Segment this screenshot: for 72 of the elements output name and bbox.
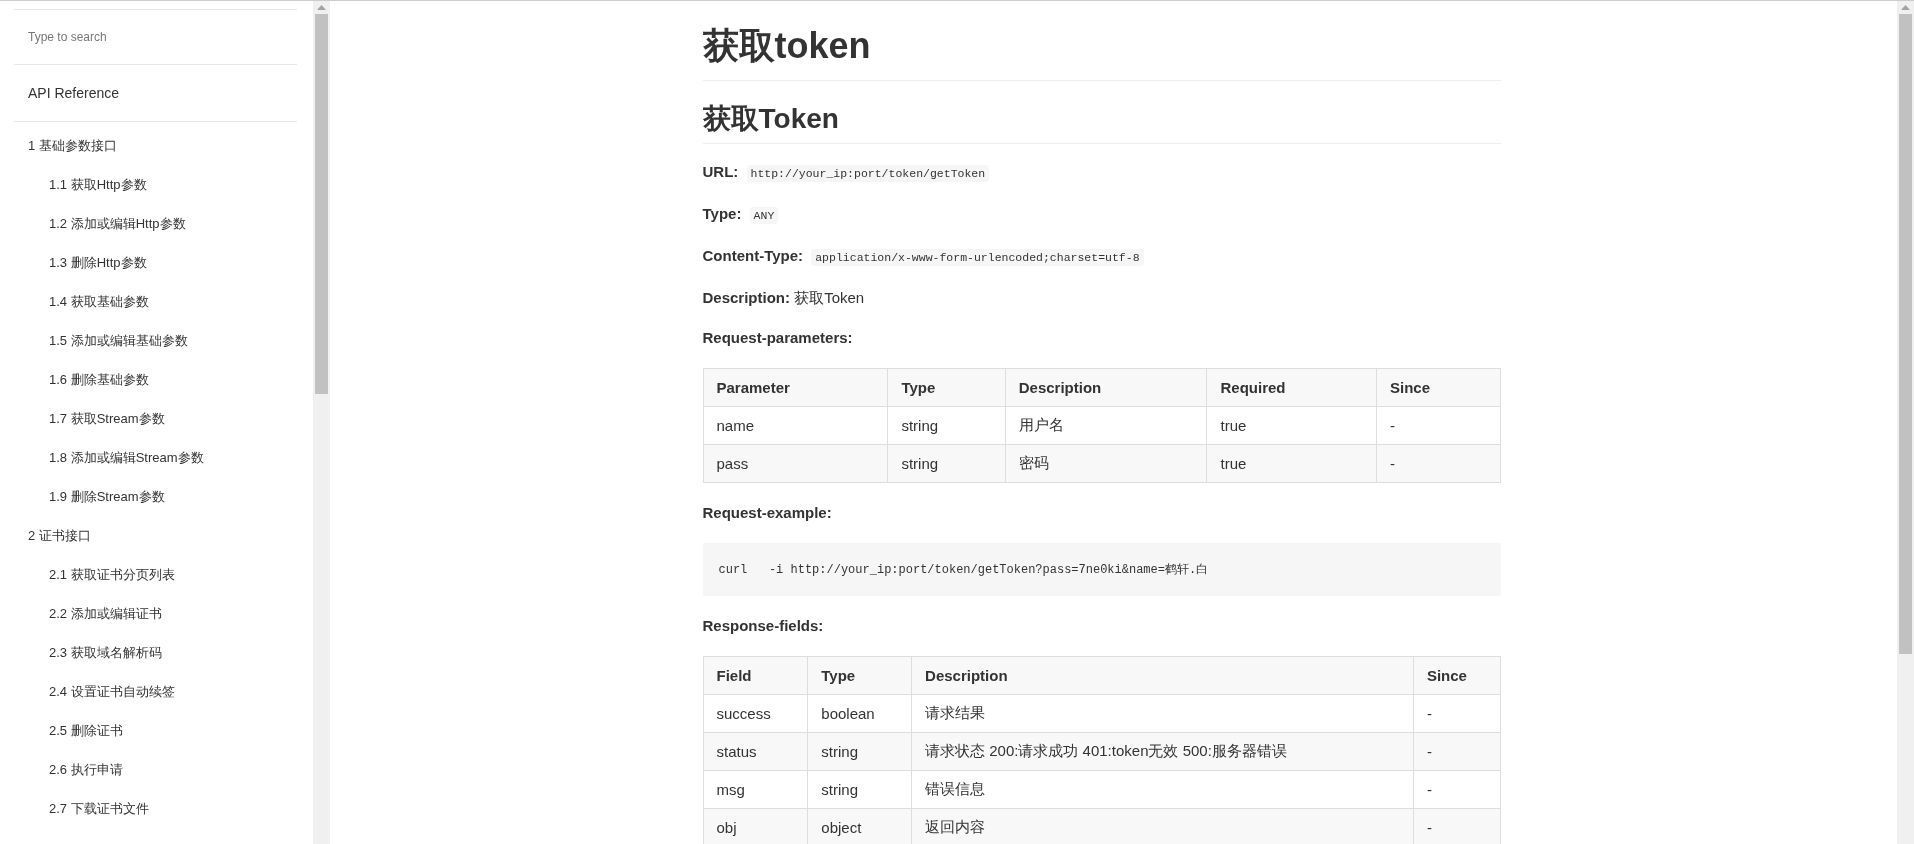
column-header: Field	[703, 656, 808, 695]
table-cell: msg	[703, 770, 808, 809]
scrollbar[interactable]	[313, 1, 330, 844]
field-label: Content-Type:	[702, 247, 804, 265]
nav-subitem[interactable]: 2.6 执行申请	[14, 750, 297, 789]
subsection-label: Request-example:	[702, 504, 832, 522]
table-cell: 用户名	[1005, 406, 1207, 445]
search-field[interactable]: Type to search	[14, 9, 297, 65]
nav-subitem[interactable]: 2.1 获取证书分页列表	[14, 555, 297, 594]
scrollbar[interactable]	[1897, 1, 1914, 844]
column-header: Description	[1005, 368, 1207, 407]
subsection-label: Request-parameters:	[702, 329, 853, 347]
table-cell: obj	[703, 808, 808, 844]
table-cell: 错误信息	[911, 770, 1414, 809]
nav-subitem[interactable]: 1.2 添加或编辑Http参数	[14, 204, 297, 243]
table-cell: string	[887, 406, 1006, 445]
field-label: Description:	[702, 289, 790, 307]
table-cell: success	[703, 694, 808, 733]
nav-item[interactable]: 2 证书接口	[14, 516, 297, 555]
table-cell: string	[807, 732, 912, 771]
table-cell: status	[703, 732, 808, 771]
column-header: Description	[911, 656, 1414, 695]
nav-subitem[interactable]: 2.2 添加或编辑证书	[14, 594, 297, 633]
table-cell: string	[887, 444, 1006, 483]
table-cell: -	[1413, 694, 1500, 733]
nav-subitem[interactable]: 1.1 获取Http参数	[14, 165, 297, 204]
code-value: ANY	[749, 207, 779, 225]
table-cell: pass	[703, 444, 888, 483]
table-cell: boolean	[807, 694, 912, 733]
table-cell: 请求状态 200:请求成功 401:token无效 500:服务器错误	[911, 732, 1414, 771]
table-cell: -	[1413, 732, 1500, 771]
field-label: Type:	[702, 205, 742, 223]
nav-subitem[interactable]: 2.3 获取域名解析码	[14, 633, 297, 672]
nav-subitem[interactable]: 1.7 获取Stream参数	[14, 399, 297, 438]
column-header: Type	[887, 368, 1006, 407]
nav-subitem[interactable]: 1.9 删除Stream参数	[14, 477, 297, 516]
column-header: Parameter	[703, 368, 888, 407]
scrollbar-thumb[interactable]	[1899, 14, 1912, 654]
column-header: Since	[1413, 656, 1500, 695]
subsection-label: Response-fields:	[702, 617, 824, 635]
table-cell: true	[1206, 444, 1377, 483]
code-block: curl -i http://your_ip:port/token/getToken?pass=7ne0ki&name=鹤轩.白	[702, 543, 1501, 597]
nav-subitem[interactable]: 1.6 删除基础参数	[14, 360, 297, 399]
code-value: application/x-www-form-urlencoded;charset=utf-8	[811, 249, 1144, 267]
table-cell: string	[807, 770, 912, 809]
nav-subitem[interactable]: 1.8 添加或编辑Stream参数	[14, 438, 297, 477]
nav-subitem[interactable]: 2.5 删除证书	[14, 711, 297, 750]
column-header: Type	[807, 656, 912, 695]
column-header: Since	[1376, 368, 1500, 407]
nav-subitem[interactable]: 2.7 下载证书文件	[14, 789, 297, 828]
column-header: Required	[1206, 368, 1377, 407]
table-cell: name	[703, 406, 888, 445]
page-title: 获取token	[702, 23, 1501, 81]
field-value: 获取Token	[794, 289, 865, 307]
nav-subitem[interactable]: 1.4 获取基础参数	[14, 282, 297, 321]
scrollbar-thumb[interactable]	[315, 14, 328, 394]
table-cell: -	[1376, 406, 1500, 445]
table-cell: -	[1413, 770, 1500, 809]
code-value: http://your_ip:port/token/getToken	[746, 165, 990, 183]
sidebar-title: API Reference	[14, 65, 297, 122]
table-cell: true	[1206, 406, 1377, 445]
table-cell: 密码	[1005, 444, 1207, 483]
field-label: URL:	[702, 163, 739, 181]
nav-subitem[interactable]: 1.3 删除Http参数	[14, 243, 297, 282]
scroll-up-icon[interactable]	[1901, 5, 1910, 10]
nav-item[interactable]: 1 基础参数接口	[14, 126, 297, 165]
scroll-up-icon[interactable]	[317, 5, 326, 10]
nav-subitem[interactable]: 2.4 设置证书自动续签	[14, 672, 297, 711]
table-cell: -	[1376, 444, 1500, 483]
section-heading: 获取Token	[702, 100, 1501, 145]
nav-subitem[interactable]: 1.5 添加或编辑基础参数	[14, 321, 297, 360]
table-cell: 请求结果	[911, 694, 1414, 733]
